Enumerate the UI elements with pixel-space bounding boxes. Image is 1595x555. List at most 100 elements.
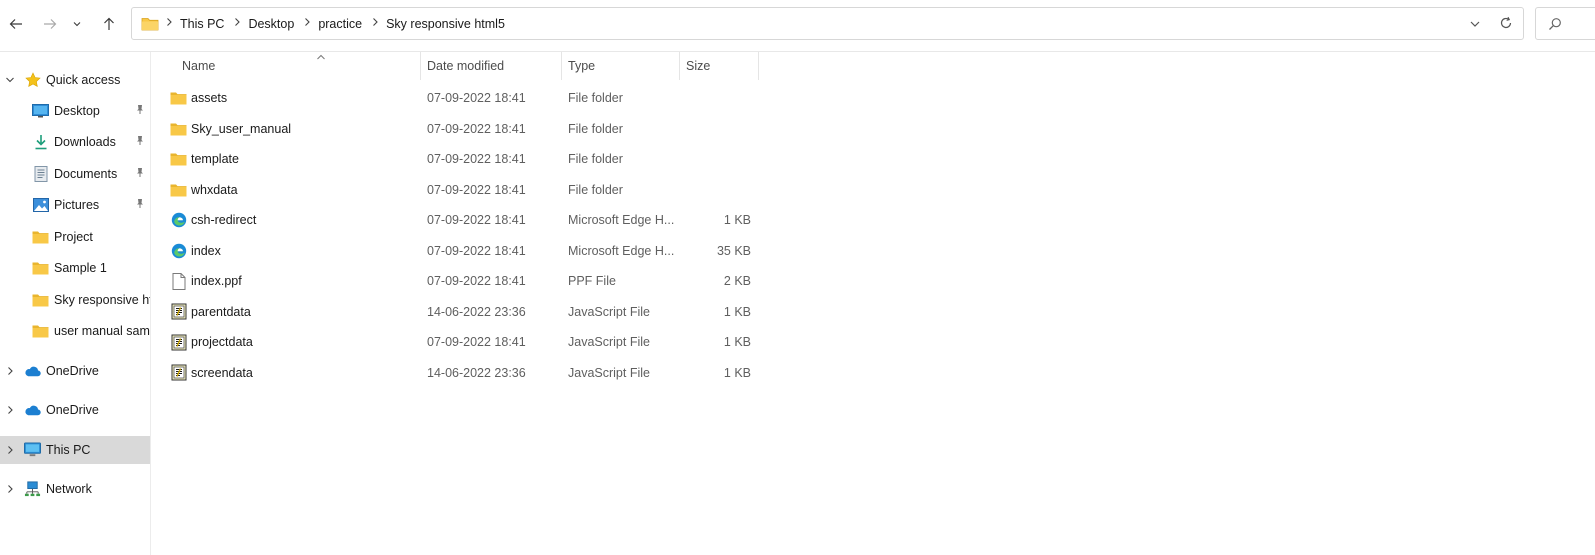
nav-item-network[interactable]: Network [0, 475, 150, 503]
nav-item-folder[interactable]: Sample 1 [0, 254, 150, 282]
pin-icon[interactable] [135, 167, 145, 181]
file-row[interactable]: csh-redirect 07-09-2022 18:41 Microsoft Ed… [164, 205, 764, 235]
folder-icon [170, 182, 187, 198]
nav-item-label: This PC [46, 443, 91, 457]
folder-icon [141, 16, 159, 34]
search-input[interactable] [1535, 7, 1595, 40]
file-size [686, 114, 751, 144]
navigation-bar: This PC Desktop practice Sky responsive htm… [0, 0, 1595, 50]
nav-item-documents[interactable]: Documents [0, 160, 150, 188]
file-size [686, 175, 751, 205]
file-size: 35 KB [716, 243, 751, 258]
file-date-modified: 14-06-2022 23:36 [427, 304, 526, 319]
file-row[interactable]: index 07-09-2022 18:41 Microsoft Edge H...… [164, 236, 764, 266]
folder-icon [32, 323, 49, 339]
star-icon [24, 72, 41, 88]
nav-item-this-pc[interactable]: This PC [0, 436, 150, 464]
nav-item-label: OneDrive [46, 403, 99, 417]
chevron-right-icon[interactable] [4, 444, 16, 456]
chevron-down-icon[interactable] [4, 74, 16, 86]
file-type: File folder [568, 91, 623, 105]
file-name: index [191, 243, 221, 258]
file-row[interactable]: screendata 14-06-2022 23:36 JavaScript Fil… [164, 358, 764, 388]
file-name: screendata [191, 365, 253, 380]
pin-icon[interactable] [135, 198, 145, 212]
file-name: csh-redirect [191, 213, 257, 227]
breadcrumb-item[interactable]: This PC [176, 17, 230, 31]
breadcrumb-item[interactable]: practice [314, 17, 368, 31]
column-type-label: Type [568, 59, 596, 73]
nav-item-label: Project [54, 230, 93, 244]
cloud-icon [24, 402, 41, 418]
pin-icon[interactable] [135, 135, 145, 149]
file-row[interactable]: template 07-09-2022 18:41 File folder [164, 144, 764, 174]
pin-icon[interactable] [135, 104, 145, 118]
column-header-size[interactable]: Size [680, 52, 759, 80]
nav-item-desktop[interactable]: Desktop [0, 97, 150, 125]
folder-icon [32, 292, 49, 308]
file-size: 1 KB [723, 304, 751, 319]
chevron-right-icon[interactable] [368, 17, 382, 30]
chevron-right-icon[interactable] [162, 17, 176, 30]
breadcrumb-item[interactable]: Sky responsive html5 [382, 17, 511, 31]
network-icon [24, 481, 41, 497]
file-type: JavaScript File [568, 335, 650, 349]
folder-icon [170, 90, 187, 106]
nav-item-onedrive-2[interactable]: OneDrive [0, 396, 150, 424]
file-date-modified: 07-09-2022 18:41 [427, 152, 526, 166]
nav-item-folder[interactable]: Project [0, 223, 150, 251]
nav-item-label: user manual samp [54, 324, 150, 338]
file-row[interactable]: assets 07-09-2022 18:41 File folder [164, 83, 764, 113]
file-row[interactable]: whxdata 07-09-2022 18:41 File folder [164, 175, 764, 205]
nav-item-pictures[interactable]: Pictures [0, 191, 150, 219]
nav-item-label: Network [46, 482, 92, 496]
file-name: Sky_user_manual [191, 121, 292, 136]
script-icon [170, 364, 187, 381]
column-header-date[interactable]: Date modified [421, 52, 562, 80]
back-button[interactable] [4, 12, 28, 36]
breadcrumb-item[interactable]: Desktop [244, 17, 300, 31]
folder-icon [32, 229, 49, 245]
chevron-right-icon[interactable] [300, 17, 314, 30]
column-header-type[interactable]: Type [562, 52, 680, 80]
arrow-left-icon [9, 19, 22, 29]
file-row[interactable]: index.ppf 07-09-2022 18:41 PPF File 2 KB [164, 266, 764, 296]
nav-item-onedrive[interactable]: OneDrive [0, 357, 150, 385]
forward-button[interactable] [38, 12, 62, 36]
file-size: 1 KB [723, 335, 751, 349]
cloud-icon [24, 363, 41, 379]
column-header-name[interactable]: Name [176, 52, 421, 80]
file-date-modified: 07-09-2022 18:41 [427, 182, 526, 197]
computer-icon [24, 442, 41, 458]
file-date-modified: 07-09-2022 18:41 [427, 335, 526, 349]
chevron-down-icon[interactable] [1469, 18, 1481, 33]
folder-icon [170, 151, 187, 167]
chevron-right-icon[interactable] [230, 17, 244, 30]
file-row[interactable]: parentdata 14-06-2022 23:36 JavaScript Fil… [164, 297, 764, 327]
file-name: template [191, 152, 239, 166]
file-list: Name Date modified Type Size assets 07-09… [152, 52, 1595, 555]
chevron-right-icon[interactable] [4, 483, 16, 495]
chevron-down-icon [73, 22, 81, 27]
nav-item-downloads[interactable]: Downloads [0, 128, 150, 156]
recent-locations-button[interactable] [68, 12, 86, 36]
chevron-right-icon[interactable] [4, 365, 16, 377]
chevron-right-icon[interactable] [4, 404, 16, 416]
arrow-right-icon [44, 19, 57, 29]
column-date-label: Date modified [427, 59, 505, 73]
nav-item-quick-access[interactable]: Quick access [0, 66, 150, 94]
refresh-icon[interactable] [1499, 16, 1513, 33]
nav-item-folder[interactable]: Sky responsive htm [0, 286, 150, 314]
folder-icon [32, 260, 49, 276]
file-row[interactable]: Sky_user_manual 07-09-2022 18:41 File fold… [164, 114, 764, 144]
file-row[interactable]: projectdata 07-09-2022 18:41 JavaScript Fi… [164, 327, 764, 357]
file-name: parentdata [191, 304, 251, 319]
arrow-up-icon [104, 17, 114, 30]
file-date-modified: 07-09-2022 18:41 [427, 274, 526, 288]
up-button[interactable] [97, 12, 121, 36]
file-type: File folder [568, 152, 623, 166]
file-name: assets [191, 91, 228, 105]
address-bar[interactable]: This PC Desktop practice Sky responsive htm… [131, 7, 1524, 40]
pictures-icon [32, 197, 49, 213]
nav-item-folder[interactable]: user manual samp [0, 317, 150, 345]
